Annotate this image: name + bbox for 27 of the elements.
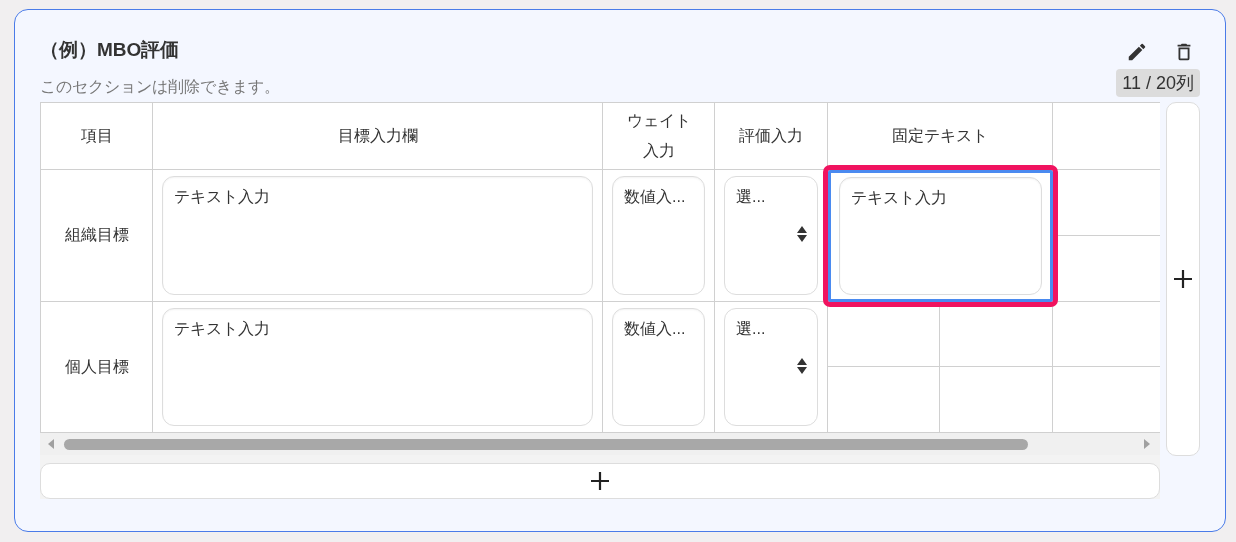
edit-icon[interactable] [1126, 41, 1148, 63]
section-description: このセクションは削除できます。 [40, 77, 280, 97]
scroll-right-icon[interactable] [1142, 438, 1152, 450]
select-field[interactable]: 選... [724, 176, 818, 295]
column-header: 目標入力欄 [337, 126, 418, 146]
horizontal-scrollbar[interactable] [40, 433, 1160, 455]
plus-icon [1173, 269, 1193, 289]
row-label: 個人目標 [64, 356, 129, 377]
number-field[interactable]: 数値入... [612, 308, 705, 426]
sort-arrows-icon [796, 225, 808, 243]
number-field[interactable]: 数値入... [612, 176, 705, 295]
text-area-field[interactable]: テキスト入力 [839, 177, 1042, 295]
plus-icon [590, 471, 610, 491]
select-field[interactable]: 選... [724, 308, 818, 426]
add-column-button[interactable] [1166, 102, 1200, 456]
sort-arrows-icon [796, 357, 808, 375]
column-header: 項目 [80, 126, 113, 146]
section-title: （例）MBO評価 [40, 38, 181, 62]
column-header: 評価入力 [739, 126, 803, 146]
column-count-badge: 11 / 20列 [1116, 69, 1200, 97]
add-row-button[interactable] [40, 463, 1160, 499]
text-area-field[interactable]: テキスト入力 [162, 308, 593, 426]
row-label: 組織目標 [64, 225, 129, 245]
column-header: ウェイト入力 [625, 111, 692, 161]
scroll-left-icon[interactable] [46, 438, 56, 450]
column-header: 固定テキスト [892, 126, 988, 146]
text-area-field[interactable]: テキスト入力 [162, 176, 593, 295]
